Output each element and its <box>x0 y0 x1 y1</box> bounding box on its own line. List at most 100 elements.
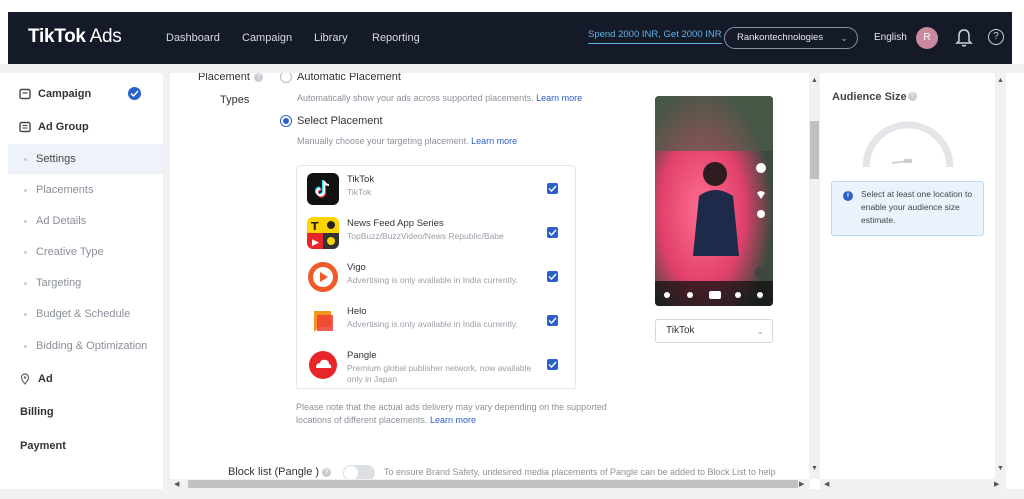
scroll-thumb[interactable] <box>810 121 819 179</box>
account-name: Rankontechnologies <box>737 32 824 43</box>
chevron-down-icon: ⌄ <box>756 326 764 336</box>
placement-name: Helo <box>347 306 367 317</box>
sidebar-item-ad-group[interactable]: Ad Group <box>8 112 163 142</box>
placement-desc: TopBuzz/BuzzVideo/News Republic/Babe <box>347 231 504 241</box>
sidebar-item-label: Ad Group <box>38 121 89 133</box>
language-selector[interactable]: English <box>874 32 907 43</box>
placement-checkbox[interactable] <box>547 315 558 326</box>
placement-checkbox[interactable] <box>547 183 558 194</box>
placement-desc: TikTok <box>347 187 372 197</box>
placement-name: Pangle <box>347 350 377 361</box>
main-horizontal-scrollbar[interactable]: ◀ ▶ <box>170 479 810 489</box>
sidebar-item-payment[interactable]: Payment <box>8 431 163 461</box>
help-icon[interactable]: ? <box>254 73 263 82</box>
select-placement-hint: Manually choose your targeting placement… <box>297 136 518 146</box>
tiktok-logo-icon <box>307 173 339 205</box>
tiktok-ads-logo[interactable]: TikTok Ads <box>28 26 122 48</box>
learn-more-link[interactable]: Learn more <box>471 136 517 146</box>
svg-text:T: T <box>311 220 319 233</box>
sidebar-item-creative-type[interactable]: Creative Type <box>8 237 163 267</box>
placement-item-pangle[interactable]: Pangle Premium global publisher network,… <box>297 342 575 386</box>
nav-dashboard[interactable]: Dashboard <box>166 32 220 44</box>
placement-types-label-line1: Placement <box>198 73 250 83</box>
nav-library[interactable]: Library <box>314 32 348 44</box>
block-list-toggle[interactable] <box>343 465 375 479</box>
sidebar-item-ad-details[interactable]: Ad Details <box>8 206 163 236</box>
scroll-up-arrow-icon[interactable]: ▲ <box>811 77 818 84</box>
scroll-left-arrow-icon[interactable]: ◀ <box>174 480 179 488</box>
audience-size-panel: Audience Size ? i Select at least one lo… <box>820 73 995 479</box>
news-feed-apps-icon: T ▶ <box>307 217 339 249</box>
main-vertical-scrollbar[interactable]: ▲ ▼ <box>809 73 820 479</box>
sidebar-item-label: Ad <box>38 373 53 385</box>
placement-item-news-feed[interactable]: T ▶ News Feed App Series TopBuzz/BuzzVide… <box>297 210 575 254</box>
backdrop-divider <box>163 73 170 489</box>
audience-gauge <box>862 121 954 168</box>
sidebar-item-placements[interactable]: Placements <box>8 175 163 205</box>
account-selector[interactable]: Rankontechnologies ⌄ <box>724 27 858 49</box>
audience-size-title: Audience Size <box>832 91 907 103</box>
select-placement-label[interactable]: Select Placement <box>297 115 383 127</box>
sidebar: Campaign Ad Group Settings Placements Ad… <box>8 73 163 489</box>
nav-reporting[interactable]: Reporting <box>372 32 420 44</box>
placement-checkbox[interactable] <box>547 359 558 370</box>
placement-item-vigo[interactable]: Vigo Advertising is only available in In… <box>297 254 575 298</box>
pangle-logo-icon <box>307 349 339 381</box>
scroll-thumb[interactable] <box>188 480 798 488</box>
block-list-description: To ensure Brand Safety, undesired media … <box>384 467 776 477</box>
bell-icon[interactable] <box>955 28 973 48</box>
preview-platform-value: TikTok <box>666 325 695 336</box>
location-pin-icon <box>20 373 30 385</box>
placement-checkbox[interactable] <box>547 271 558 282</box>
help-icon[interactable]: ? <box>908 92 917 101</box>
sidebar-item-settings[interactable]: Settings <box>8 144 163 174</box>
backdrop-bottom <box>0 489 1024 499</box>
vigo-logo-icon <box>307 261 339 293</box>
scroll-left-arrow-icon[interactable]: ◀ <box>824 480 829 488</box>
learn-more-link[interactable]: Learn more <box>430 415 476 425</box>
placement-name: News Feed App Series <box>347 218 444 229</box>
delivery-note: Please note that the actual ads delivery… <box>296 402 607 425</box>
placement-desc: Premium global publisher network, now av… <box>347 363 532 384</box>
help-icon[interactable]: ? <box>988 29 1004 45</box>
scroll-right-arrow-icon[interactable]: ▶ <box>994 480 999 488</box>
sidebar-item-targeting[interactable]: Targeting <box>8 268 163 298</box>
help-icon[interactable]: ? <box>322 468 331 477</box>
select-placement-radio[interactable] <box>280 115 292 127</box>
automatic-placement-label[interactable]: Automatic Placement <box>297 73 401 83</box>
user-avatar[interactable]: R <box>916 27 938 49</box>
preview-platform-select[interactable]: TikTok ⌄ <box>655 319 773 343</box>
learn-more-link[interactable]: Learn more <box>536 93 582 103</box>
completed-check-icon <box>128 87 141 100</box>
placement-item-tiktok[interactable]: TikTok TikTok <box>297 166 575 210</box>
sidebar-item-campaign[interactable]: Campaign <box>8 79 163 109</box>
scroll-up-arrow-icon[interactable]: ▲ <box>997 77 1004 84</box>
info-icon: i <box>843 191 853 201</box>
chevron-down-icon: ⌄ <box>840 33 848 43</box>
audience-info-text: Select at least one location to enable y… <box>861 189 973 225</box>
sidebar-item-label: Campaign <box>38 88 92 100</box>
placement-item-helo[interactable]: Helo Advertising is only available in In… <box>297 298 575 342</box>
audience-info-box: i Select at least one location to enable… <box>831 181 984 236</box>
placement-checkbox[interactable] <box>547 227 558 238</box>
scroll-down-arrow-icon[interactable]: ▼ <box>997 465 1004 472</box>
promo-link[interactable]: Spend 2000 INR, Get 2000 INR <box>588 29 722 44</box>
sidebar-item-bidding-optimization[interactable]: Bidding & Optimization <box>8 331 163 361</box>
audience-horizontal-scrollbar[interactable]: ◀ ▶ <box>820 479 1006 489</box>
preview-image <box>655 96 773 306</box>
nav-campaign[interactable]: Campaign <box>242 32 292 44</box>
placement-types-label-line2: Types <box>220 94 250 106</box>
scroll-down-arrow-icon[interactable]: ▼ <box>811 465 818 472</box>
sidebar-item-billing[interactable]: Billing <box>8 397 163 427</box>
audience-vertical-scrollbar[interactable]: ▲ ▼ <box>995 73 1006 479</box>
automatic-placement-hint: Automatically show your ads across suppo… <box>297 93 583 103</box>
svg-text:▶: ▶ <box>312 238 319 248</box>
placement-desc: Advertising is only available in India c… <box>347 275 518 285</box>
sidebar-item-budget-schedule[interactable]: Budget & Schedule <box>8 299 163 329</box>
scroll-right-arrow-icon[interactable]: ▶ <box>799 480 804 488</box>
placement-name: Vigo <box>347 262 366 273</box>
automatic-placement-radio[interactable] <box>280 73 292 83</box>
top-navigation-bar: TikTok Ads Dashboard Campaign Library Re… <box>8 12 1012 64</box>
helo-logo-icon <box>307 305 339 337</box>
sidebar-item-ad[interactable]: Ad <box>8 364 163 394</box>
